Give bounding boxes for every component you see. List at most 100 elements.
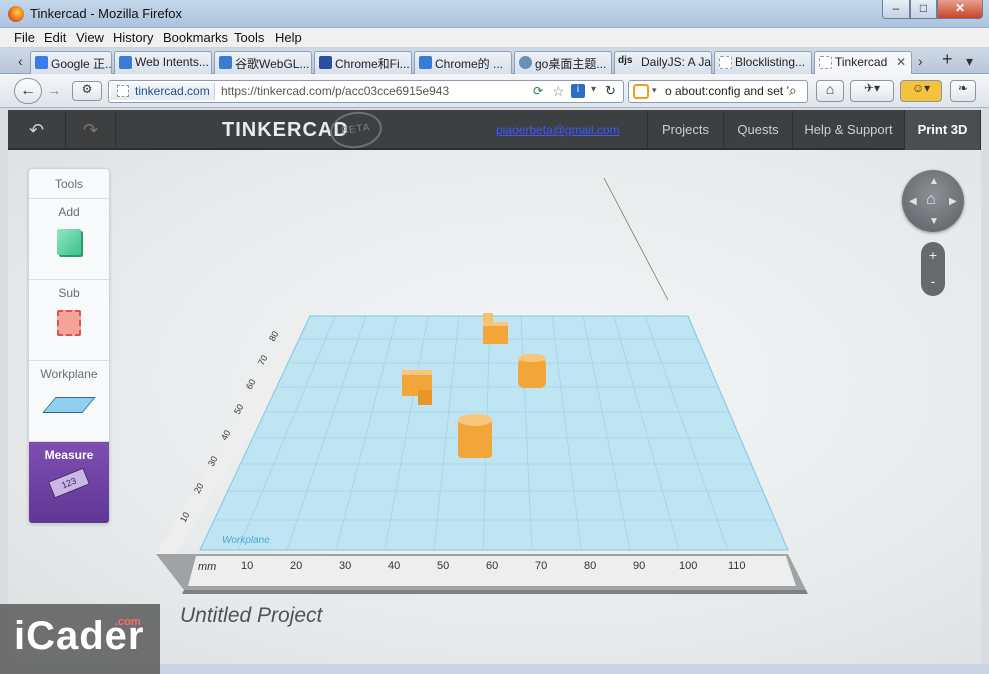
orbit-left-icon[interactable]: ◀ (909, 196, 917, 207)
url-text: https://tinkercad.com/p/acc03cce6915e943 (221, 84, 449, 98)
x-tick: 10 (241, 560, 253, 572)
tools-panel: Tools Add Sub Workplane Measure 123 (28, 168, 110, 524)
info-icon[interactable]: i (571, 84, 585, 98)
back-button[interactable]: ← (14, 78, 42, 104)
quests-menu[interactable]: Quests (724, 110, 793, 150)
addon-button[interactable]: ⚙ (72, 81, 102, 101)
account-email-link[interactable]: piaoerbeta@gmail.com (496, 123, 620, 137)
home-icon: ⌂ (825, 81, 835, 97)
tab-chrome-de[interactable]: Chrome的 ... (414, 51, 512, 74)
url-path: /p/acc03cce6915e943 (331, 84, 450, 98)
x-tick: 20 (290, 560, 302, 572)
projects-menu[interactable]: Projects (647, 110, 724, 150)
menu-bar: File Edit View History Bookmarks Tools H… (0, 28, 989, 48)
orbit-down-icon[interactable]: ▼ (929, 216, 939, 227)
search-engine-icon[interactable] (633, 84, 649, 99)
redo-button[interactable]: ↷ (66, 110, 116, 150)
orbit-up-icon[interactable]: ▲ (929, 176, 939, 187)
minimize-button[interactable]: – (882, 0, 910, 19)
app-header: ↶ ↷ TINKERCAD BETA piaoerbeta@gmail.com … (8, 108, 981, 152)
menu-help[interactable]: Help (275, 30, 302, 45)
shape-right[interactable] (518, 354, 546, 388)
tab-label: Tinkercad (835, 55, 888, 69)
tab-list-icon[interactable]: ▾ (966, 53, 973, 70)
bookmark-star-icon[interactable]: ☆ (552, 83, 565, 100)
home-view-icon[interactable]: ⌂ (926, 191, 936, 209)
site-identity[interactable]: tinkercad.com (111, 83, 215, 100)
tab-label: go桌面主题... (535, 57, 607, 71)
x-tick: 40 (388, 560, 400, 572)
search-input[interactable]: o about:config and set ’ (665, 84, 789, 98)
workplane-edge-bottom (182, 590, 808, 594)
menu-edit[interactable]: Edit (44, 30, 66, 45)
tab-chrome-firefox[interactable]: Chrome和Fi... (314, 51, 412, 74)
maximize-button[interactable]: □ (910, 0, 937, 19)
menu-file[interactable]: File (14, 30, 35, 45)
close-tab-icon[interactable]: ✕ (896, 55, 906, 69)
tool-workplane[interactable]: Workplane (29, 361, 109, 442)
tab-tinkercad[interactable]: Tinkercad ✕ (814, 51, 912, 75)
tool-measure[interactable]: Measure 123 (29, 442, 109, 523)
undo-button[interactable]: ↶ (8, 110, 66, 150)
new-tab-icon[interactable]: + (942, 49, 953, 70)
tab-dailyjs[interactable]: djs DailyJS: A Ja... (614, 51, 712, 74)
url-history-icon[interactable]: ▾ (591, 84, 596, 95)
zoom-out-button[interactable]: - (921, 273, 945, 289)
extension-button[interactable]: ✈▾ (850, 80, 894, 102)
tool-measure-label: Measure (44, 448, 94, 462)
menu-tools[interactable]: Tools (234, 30, 264, 45)
help-support-menu[interactable]: Help & Support (793, 110, 905, 150)
reload-icon[interactable]: ↻ (605, 83, 616, 99)
bookmark-toolbar-button[interactable]: ☺▾ (900, 80, 942, 102)
evernote-button[interactable]: ❧ (950, 80, 976, 102)
tool-sub[interactable]: Sub (29, 280, 109, 361)
x-tick: 60 (486, 560, 498, 572)
watermark-suffix: .com (115, 616, 141, 628)
x-tick: 50 (437, 560, 449, 572)
menu-history[interactable]: History (113, 30, 153, 45)
design-workspace[interactable]: Workplane mm 10 20 30 40 50 60 70 80 90 … (8, 150, 981, 664)
tab-scroll-right-icon[interactable]: › (918, 53, 923, 69)
x-tick: 100 (679, 560, 697, 572)
print-3d-button[interactable]: Print 3D (905, 110, 981, 150)
ruler-icon: 123 (48, 467, 90, 499)
forward-button[interactable]: → (44, 82, 64, 102)
tab-label: DailyJS: A Ja... (641, 55, 712, 69)
tab-go-theme[interactable]: go桌面主题... (514, 51, 612, 74)
puzzle-icon: ⚙ (81, 82, 93, 96)
tab-webgl[interactable]: 谷歌WebGL... (214, 51, 312, 74)
workplane-icon (42, 397, 96, 413)
project-title[interactable]: Untitled Project (180, 604, 322, 628)
shape-cylinder[interactable] (458, 414, 492, 458)
home-button[interactable]: ⌂ (816, 80, 844, 102)
zoom-in-button[interactable]: + (921, 247, 945, 263)
zoom-control: + - (921, 242, 945, 296)
menu-bookmarks[interactable]: Bookmarks (163, 30, 228, 45)
x-tick: 30 (339, 560, 351, 572)
tab-google[interactable]: Google 正... (30, 51, 112, 74)
smiley-icon: ☺▾ (911, 81, 931, 95)
google-favicon-icon (35, 56, 48, 69)
url-bar[interactable]: tinkercad.com https://tinkercad.com/p/ac… (108, 80, 624, 103)
tool-workplane-label: Workplane (40, 367, 98, 381)
globe-favicon-icon (519, 56, 532, 69)
blog-favicon-icon (419, 56, 432, 69)
tab-blocklisting[interactable]: Blocklisting... (714, 51, 812, 74)
tab-web-intents[interactable]: Web Intents... (114, 51, 212, 74)
tab-scroll-left-icon[interactable]: ‹ (18, 53, 23, 69)
refresh-page-icon[interactable]: ⟳ (533, 84, 543, 98)
search-engine-dropdown-icon[interactable]: ▾ (652, 85, 657, 96)
view-navigator[interactable]: ▲ ▼ ◀ ▶ ⌂ (902, 170, 964, 232)
workplane-view[interactable]: Workplane mm 10 20 30 40 50 60 70 80 90 … (8, 150, 981, 664)
paw-favicon-icon (319, 56, 332, 69)
orbit-right-icon[interactable]: ▶ (949, 196, 957, 207)
extension-icon: ✈▾ (863, 81, 881, 95)
search-bar[interactable]: ▾ o about:config and set ’ ⌕ (628, 80, 808, 103)
search-icon[interactable]: ⌕ (789, 82, 797, 99)
y-tick: 70 (256, 353, 270, 367)
close-window-button[interactable]: ✕ (937, 0, 983, 19)
tool-add[interactable]: Add (29, 199, 109, 280)
unit-label: mm (198, 561, 216, 573)
menu-view[interactable]: View (76, 30, 104, 45)
blog-favicon-icon (219, 56, 232, 69)
